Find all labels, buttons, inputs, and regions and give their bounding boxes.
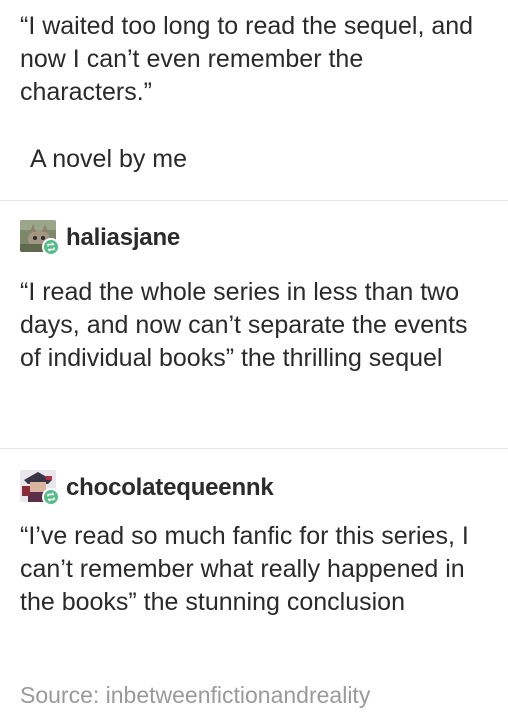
username[interactable]: chocolatequeennk [66, 474, 274, 502]
post-divider [0, 448, 508, 449]
avatar[interactable] [20, 220, 60, 256]
reblog-header[interactable]: chocolatequeennk [20, 468, 274, 508]
reblog-text: “I read the whole series in less than tw… [20, 278, 468, 372]
original-post-caption: A novel by me [30, 145, 188, 173]
reblog-header[interactable]: haliasjane [20, 218, 180, 258]
reblog-icon [42, 488, 60, 506]
avatar[interactable] [20, 470, 60, 506]
post-divider [0, 200, 508, 201]
username[interactable]: haliasjane [66, 224, 180, 252]
reblog-text: “I’ve read so much fanfic for this serie… [20, 522, 469, 616]
reblog-icon [42, 238, 60, 256]
source-link[interactable]: Source: inbetweenfictionandreality [20, 680, 370, 710]
original-post-quote: “I waited too long to read the sequel, a… [20, 12, 474, 106]
